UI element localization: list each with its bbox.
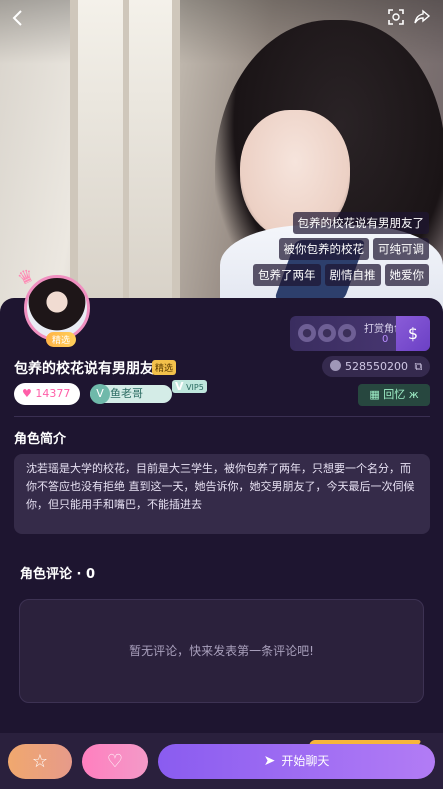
heart-icon: ♥ (22, 387, 32, 400)
comments-count: 0 (86, 567, 96, 582)
comments-title: 角色评论 · 0 (20, 563, 95, 582)
share-icon[interactable] (410, 8, 434, 30)
vip-badge: V VIP5 (172, 380, 207, 393)
tag[interactable]: 被你包养的校花 (278, 238, 369, 260)
character-avatar[interactable]: ♛ 精选 (14, 265, 92, 347)
comments-label: 角色评论 · (20, 567, 86, 582)
money-bag-icon: $ (396, 316, 430, 351)
reward-count: 0 (382, 334, 389, 345)
heart-outline-icon: ♡ (106, 751, 124, 772)
butterfly-icon: ж (408, 388, 419, 401)
start-chat-button[interactable]: ➤ 开始聊天 (158, 744, 435, 779)
character-name: 包养的校花说有男朋友 (14, 361, 154, 377)
memory-button[interactable]: ▦ 回忆 ж (358, 384, 430, 406)
tag[interactable]: 她爱你 (384, 264, 429, 286)
creator-chip[interactable]: V 鱼老哥 (90, 384, 172, 404)
user-icon: ● (318, 324, 336, 342)
tag[interactable]: 可纯可调 (373, 238, 429, 260)
likes-count: 14377 (35, 387, 71, 400)
scan-icon[interactable] (384, 8, 408, 30)
character-id[interactable]: 528550200 ⧉ (322, 356, 430, 377)
vip-v: V (175, 380, 184, 393)
featured-badge: 精选 (46, 332, 77, 347)
tag-row: 包养的校花说有男朋友了 (292, 212, 429, 234)
star-icon: ☆ (31, 751, 49, 772)
tag-row: 包养了两年 剧情自推 她爱你 (253, 264, 429, 286)
chevron-left-icon[interactable] (6, 8, 30, 30)
character-tags: 包养的校花说有男朋友了 被你包养的校花 可纯可调 包养了两年 剧情自推 她爱你 (253, 212, 429, 286)
intro-text: 沈若瑶是大学的校花，目前是大三学生，被你包养了两年，只想要一个名分，而你不答应也… (14, 454, 430, 534)
memory-label: 回忆 (383, 388, 406, 401)
reward-avatars: ● ● ● (298, 324, 356, 342)
user-icon: ● (298, 324, 316, 342)
tag-row: 被你包养的校花 可纯可调 (278, 238, 429, 260)
tag[interactable]: 包养了两年 (253, 264, 321, 286)
verified-icon: V (90, 384, 110, 404)
like-button[interactable]: ♡ (82, 744, 148, 779)
featured-tag: 精选 (152, 360, 177, 375)
send-icon: ➤ (263, 753, 276, 769)
reward-character-button[interactable]: ● ● ● 打赏角色 0 $ (290, 316, 430, 351)
id-icon (330, 360, 341, 371)
start-chat-label: 开始聊天 (281, 754, 330, 768)
tag[interactable]: 包养的校花说有男朋友了 (292, 212, 429, 234)
character-id-value: 528550200 (345, 360, 408, 373)
creator-name: 鱼老哥 (110, 387, 143, 400)
tag[interactable]: 剧情自推 (324, 264, 381, 286)
comments-empty-state: 暂无评论，快来发表第一条评论吧! (19, 599, 424, 703)
likes-button[interactable]: ♥ 14377 (14, 383, 80, 405)
favorite-button[interactable]: ☆ (8, 744, 72, 779)
window-light (70, 0, 180, 300)
calendar-icon: ▦ (369, 388, 380, 401)
intro-title: 角色简介 (14, 432, 67, 447)
vip-label: VIP5 (186, 383, 204, 392)
copy-icon[interactable]: ⧉ (415, 360, 423, 373)
user-icon: ● (338, 324, 356, 342)
divider (14, 416, 430, 417)
